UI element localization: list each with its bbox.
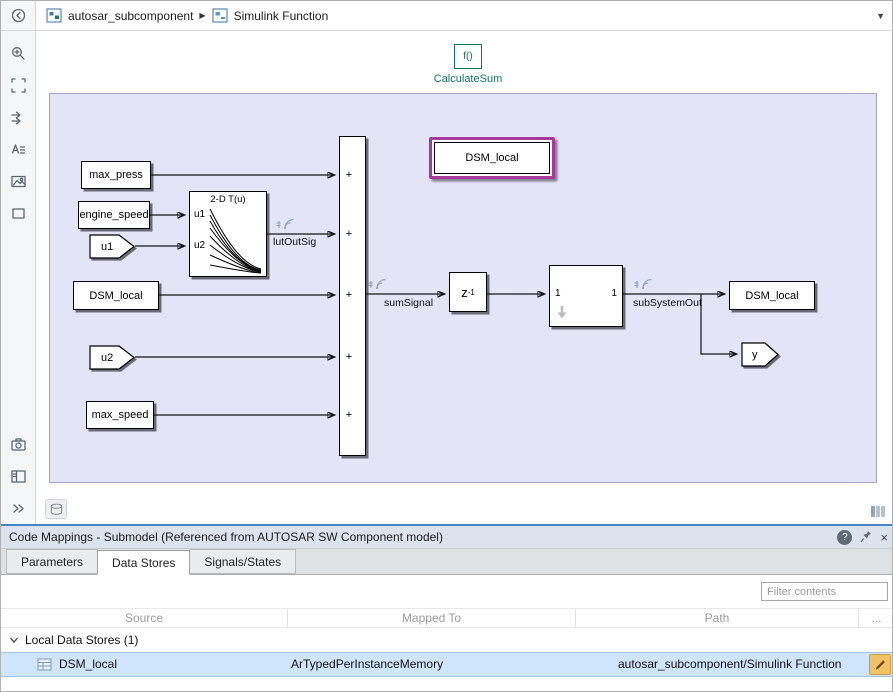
tab-data-stores[interactable]: Data Stores (97, 550, 190, 575)
subsystem-outport-label: 1 (611, 288, 617, 299)
sum-plus: + (343, 227, 355, 241)
inport-u1[interactable]: u1 (89, 234, 136, 259)
signal-label-subsystemout: subSystemOut (633, 297, 702, 309)
subsystem-inport-label: 1 (555, 288, 561, 299)
signal-label-sumsignal: sumSignal (384, 297, 433, 309)
data-store-icon (37, 658, 52, 676)
tab-parameters[interactable]: Parameters (6, 549, 98, 574)
edit-button[interactable] (869, 654, 891, 675)
data-store-badge[interactable] (45, 499, 67, 519)
expand-chevrons-icon[interactable] (7, 498, 29, 518)
outport-y[interactable]: y (741, 342, 780, 367)
sum-plus: + (343, 288, 355, 302)
pin-icon[interactable] (859, 529, 873, 547)
delay-exponent: -1 (468, 288, 475, 297)
forward-arrows-icon[interactable] (7, 107, 29, 127)
signal-label-lutoutsig: lutOutSig (273, 236, 316, 248)
diagram-canvas[interactable]: f() CalculateSum max_press engine_speed (36, 31, 893, 524)
group-local-data-stores[interactable]: Local Data Stores (1) (1, 629, 893, 651)
block-data-store-write[interactable]: DSM_local (729, 281, 815, 310)
pane-layout-icon[interactable] (870, 505, 886, 523)
signal-logging-icon (368, 275, 388, 292)
lookup-title: 2-D T(u) (190, 194, 266, 205)
function-badge-label: f() (463, 51, 472, 62)
function-icon (212, 8, 228, 23)
code-mappings-panel: Code Mappings - Submodel (Referenced fro… (1, 524, 893, 692)
block-max-press[interactable]: max_press (81, 161, 151, 189)
annotation-icon[interactable] (7, 139, 29, 159)
corner-cell (1, 1, 36, 31)
lookup-port1-label: u1 (194, 209, 205, 220)
block-data-store-memory-selected[interactable]: DSM_local (429, 137, 555, 179)
back-icon[interactable] (7, 6, 29, 26)
panel-titlebar: Code Mappings - Submodel (Referenced fro… (1, 526, 893, 549)
zoom-icon[interactable] (7, 43, 29, 63)
close-icon[interactable]: × (880, 530, 888, 545)
outport-y-label: y (752, 349, 758, 361)
column-more: ... (859, 609, 893, 627)
signal-logging-icon (276, 215, 296, 232)
row-mapped-to[interactable]: ArTypedPerInstanceMemory (291, 653, 443, 676)
panel-body: Source Mapped To Path ... Local Data Sto… (1, 575, 893, 692)
block-max-speed[interactable]: max_speed (86, 401, 154, 429)
data-store-memory-label: DSM_local (434, 142, 550, 174)
model-browser-icon[interactable] (7, 466, 29, 486)
lookup-port2-label: u2 (194, 240, 205, 251)
breadcrumb-separator-icon: ▶ (199, 11, 205, 20)
panel-tabs: Parameters Data Stores Signals/States (1, 549, 893, 575)
function-badge[interactable]: f() (454, 44, 482, 69)
sum-plus: + (343, 168, 355, 182)
row-source: DSM_local (59, 653, 117, 676)
block-data-store-read[interactable]: DSM_local (73, 281, 159, 310)
lookup-curves-icon (208, 205, 264, 275)
block-sum[interactable]: + + + + + (339, 136, 366, 456)
dropdown-arrow-icon[interactable]: ▼ (876, 11, 885, 21)
help-icon[interactable]: ? (837, 530, 852, 545)
block-subsystem[interactable]: 1 1 (549, 265, 623, 327)
palette-toolbar (1, 31, 36, 524)
inport-u1-label: u1 (101, 241, 113, 253)
pencil-icon (874, 658, 887, 671)
panel-title: Code Mappings - Submodel (Referenced fro… (9, 530, 443, 544)
fit-to-view-icon[interactable] (7, 75, 29, 95)
sum-plus: + (343, 350, 355, 364)
filter-input[interactable] (761, 582, 888, 601)
breadcrumb-function[interactable]: Simulink Function (234, 9, 329, 23)
table-row-dsm-local[interactable]: DSM_local ArTypedPerInstanceMemory autos… (1, 652, 893, 677)
column-mapped-to: Mapped To (288, 609, 576, 627)
column-path: Path (576, 609, 859, 627)
signal-logging-icon (634, 275, 654, 292)
area-box-icon[interactable] (7, 203, 29, 223)
block-lookup-table[interactable]: 2-D T(u) u1 u2 (189, 191, 267, 277)
simulink-window: autosar_subcomponent ▶ Simulink Function… (0, 0, 893, 692)
image-annotation-icon[interactable] (7, 171, 29, 191)
subsystem-down-arrow-icon (556, 305, 568, 323)
row-path-link[interactable]: autosar_subcomponent/Simulink Function (618, 653, 841, 676)
panel-title-icons: ? × (837, 526, 888, 549)
expand-chevron-icon (9, 636, 19, 644)
group-label: Local Data Stores (1) (25, 633, 138, 647)
sum-plus: + (343, 408, 355, 422)
inport-u2-label: u2 (101, 352, 113, 364)
model-icon (46, 8, 62, 23)
inport-u2[interactable]: u2 (89, 345, 136, 370)
block-unit-delay[interactable]: z-1 (449, 272, 487, 312)
function-name: CalculateSum (404, 73, 532, 85)
column-source: Source (1, 609, 288, 627)
breadcrumb: autosar_subcomponent ▶ Simulink Function… (36, 1, 893, 31)
tab-signals-states[interactable]: Signals/States (189, 549, 296, 574)
table-header: Source Mapped To Path ... (1, 608, 893, 628)
breadcrumb-model[interactable]: autosar_subcomponent (68, 9, 193, 23)
block-engine-speed[interactable]: engine_speed (78, 201, 150, 229)
viewmark-camera-icon[interactable] (7, 434, 29, 454)
